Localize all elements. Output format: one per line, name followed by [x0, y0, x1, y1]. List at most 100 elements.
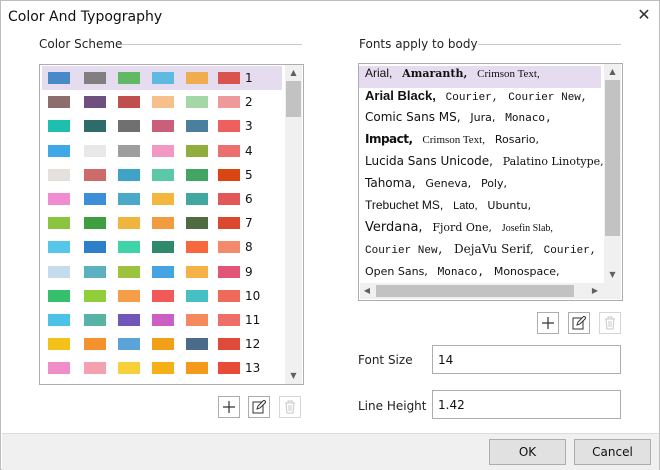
font-line[interactable]: Tahoma, Geneva, Poly, — [359, 176, 507, 198]
color-scheme-row[interactable]: 3 — [42, 114, 282, 138]
color-scheme-row[interactable]: 1 — [42, 66, 282, 90]
color-swatch — [48, 265, 70, 278]
font-line[interactable]: Courier New, DejaVu Serif, Courier, — [359, 242, 596, 264]
edit-color-scheme-button[interactable] — [248, 396, 270, 418]
color-swatch — [118, 168, 140, 181]
font-dejavu-serif: DejaVu Serif, — [454, 242, 534, 256]
color-swatch — [152, 120, 174, 133]
fonts-horizontal-scrollbar[interactable]: ◀ ▶ — [360, 283, 604, 299]
color-scheme-number: 9 — [245, 264, 253, 279]
font-line[interactable]: Trebuchet MS, Lato, Ubuntu, — [359, 198, 531, 220]
color-swatch — [186, 362, 208, 375]
fonts-divider — [466, 44, 621, 45]
add-color-scheme-button[interactable] — [218, 396, 240, 418]
font-line[interactable]: Arial Black, Courier, Courier New, — [359, 88, 588, 110]
delete-color-scheme-button[interactable] — [279, 396, 301, 418]
color-scheme-row[interactable]: 9 — [42, 260, 282, 284]
color-swatch — [84, 241, 106, 254]
color-swatch — [152, 72, 174, 84]
scroll-down-arrow-icon[interactable]: ▼ — [604, 267, 621, 283]
color-swatch — [152, 362, 174, 375]
font-courier-new: Courier New, — [508, 92, 588, 104]
color-scheme-row[interactable]: 6 — [42, 187, 282, 211]
color-scheme-divider — [121, 44, 302, 45]
color-scheme-list[interactable]: 1 2 3 4 5 6 7 8 9 10 11 12 13 ▲ ▼ — [39, 64, 304, 385]
font-size-input[interactable] — [432, 345, 621, 374]
color-typography-dialog: Color And Typography ✕ Color Scheme 1234… — [0, 0, 660, 470]
color-swatch — [48, 168, 70, 181]
color-swatch — [186, 289, 208, 302]
color-swatch — [118, 314, 140, 326]
add-font-button[interactable] — [537, 312, 559, 334]
ok-button[interactable]: OK — [489, 439, 566, 465]
font-impact: Impact, — [365, 132, 413, 146]
font-geneva: Geneva, — [425, 177, 472, 190]
color-swatch — [218, 338, 240, 351]
color-scheme-number: 6 — [245, 192, 253, 206]
font-poly: Poly, — [480, 177, 507, 190]
fonts-list[interactable]: Arial, Amaranth, Crimson Text, Arial Bla… — [358, 63, 623, 301]
font-jura: Jura, — [470, 111, 496, 124]
color-scheme-number: 3 — [245, 119, 253, 134]
close-icon[interactable]: ✕ — [633, 5, 655, 25]
edit-font-button[interactable] — [568, 312, 590, 334]
trash-icon — [285, 400, 295, 414]
font-line[interactable]: Comic Sans MS, Jura, Monaco, — [359, 110, 552, 132]
color-swatch — [84, 168, 106, 181]
color-scheme-row[interactable]: 8 — [42, 235, 282, 259]
color-scheme-label: Color Scheme — [39, 37, 123, 51]
fonts-vertical-scrollbar[interactable]: ▲ ▼ — [604, 64, 621, 283]
edit-icon — [252, 400, 266, 414]
color-swatch — [84, 314, 106, 326]
color-swatch — [186, 314, 208, 326]
color-swatch — [48, 144, 70, 157]
line-height-input[interactable] — [432, 390, 621, 419]
color-swatch — [218, 144, 240, 157]
color-swatch — [118, 96, 140, 109]
color-swatch — [118, 265, 140, 278]
color-scheme-row[interactable]: 13 — [42, 356, 282, 380]
color-scheme-row[interactable]: 2 — [42, 90, 282, 114]
font-open-sans: Open Sans, — [365, 265, 428, 278]
color-scheme-row[interactable]: 4 — [42, 139, 282, 163]
color-swatch — [84, 338, 106, 351]
color-swatch — [186, 217, 208, 230]
scroll-thumb[interactable] — [376, 285, 574, 297]
font-courier-new: Courier New, — [365, 245, 445, 257]
color-swatch — [48, 193, 70, 205]
scroll-thumb[interactable] — [605, 80, 620, 236]
scroll-down-arrow-icon[interactable]: ▼ — [285, 368, 302, 384]
color-scheme-row[interactable] — [42, 381, 282, 384]
color-swatch — [118, 289, 140, 302]
color-list-scrollbar[interactable]: ▲ ▼ — [285, 65, 302, 384]
scroll-right-arrow-icon[interactable]: ▶ — [588, 283, 602, 299]
color-swatch — [186, 338, 208, 351]
color-swatch — [84, 265, 106, 278]
color-swatch — [218, 72, 240, 84]
color-swatch — [48, 362, 70, 375]
cancel-button[interactable]: Cancel — [574, 439, 651, 465]
color-swatch — [48, 314, 70, 326]
color-swatch — [218, 362, 240, 375]
color-swatch — [152, 241, 174, 254]
scroll-left-arrow-icon[interactable]: ◀ — [360, 283, 374, 299]
scroll-up-arrow-icon[interactable]: ▲ — [285, 65, 302, 81]
delete-font-button[interactable] — [599, 312, 621, 334]
scroll-up-arrow-icon[interactable]: ▲ — [604, 64, 621, 80]
color-swatch — [186, 241, 208, 254]
color-scheme-row[interactable]: 10 — [42, 284, 282, 308]
color-scheme-row[interactable]: 7 — [42, 211, 282, 235]
color-swatch — [118, 338, 140, 351]
edit-icon — [572, 316, 586, 330]
font-line[interactable]: Lucida Sans Unicode, Palatino Linotype, … — [359, 154, 622, 176]
color-scheme-row[interactable]: 12 — [42, 332, 282, 356]
font-line[interactable]: Arial, Amaranth, Crimson Text, — [359, 66, 601, 88]
font-line[interactable]: Verdana, Fjord One, Josefin Slab, — [359, 220, 553, 242]
scroll-thumb[interactable] — [286, 81, 301, 117]
font-line[interactable]: Impact, Crimson Text, Rosario, — [359, 132, 539, 154]
color-scheme-row[interactable]: 11 — [42, 308, 282, 332]
color-scheme-row[interactable]: 5 — [42, 163, 282, 187]
color-swatch — [118, 217, 140, 230]
color-swatch — [218, 314, 240, 326]
color-swatch — [218, 265, 240, 278]
